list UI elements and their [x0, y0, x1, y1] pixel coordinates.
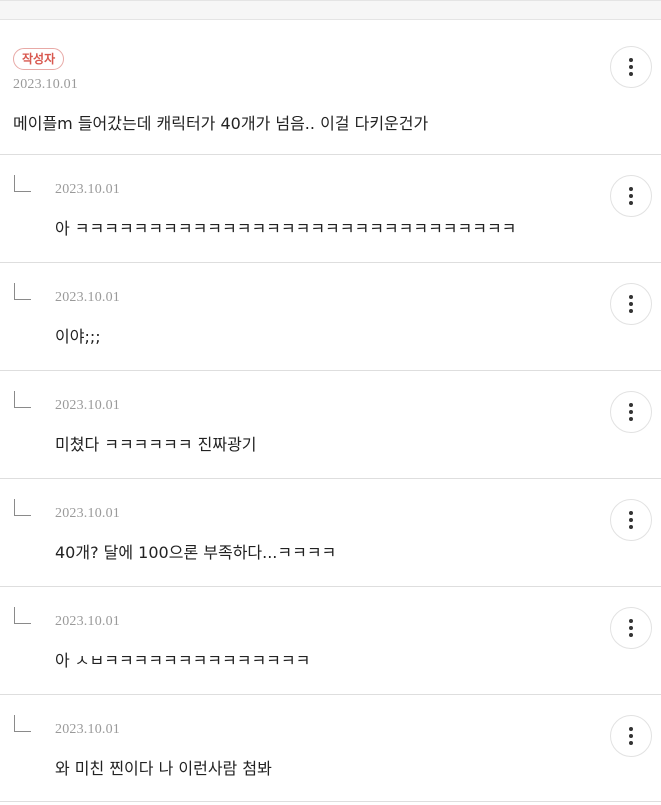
more-vertical-icon: [629, 511, 633, 515]
more-vertical-icon-dot: [629, 410, 633, 414]
author-badge: 작성자: [13, 48, 65, 70]
more-options-button[interactable]: [610, 46, 652, 88]
reply-date: 2023.10.01: [55, 290, 120, 305]
more-vertical-icon: [629, 295, 633, 299]
more-vertical-icon-dot: [629, 194, 633, 198]
more-vertical-icon-dot: [629, 626, 633, 630]
more-vertical-icon-dot: [629, 65, 633, 69]
comment-date: 2023.10.01: [13, 77, 78, 92]
reply-date: 2023.10.01: [55, 182, 120, 197]
more-vertical-icon: [629, 619, 633, 623]
top-divider: [0, 0, 661, 20]
more-vertical-icon-dot: [629, 72, 633, 76]
reply-arrow-icon: [14, 391, 31, 408]
reply-text: 아 ㅅㅂㅋㅋㅋㅋㅋㅋㅋㅋㅋㅋㅋㅋㅋㅋ: [55, 651, 311, 670]
reply-text: 40개? 달에 100으론 부족하다...ㅋㅋㅋㅋ: [55, 543, 337, 562]
reply-date: 2023.10.01: [55, 506, 120, 521]
more-options-button[interactable]: [610, 391, 652, 433]
reply-text: 아 ㅋㅋㅋㅋㅋㅋㅋㅋㅋㅋㅋㅋㅋㅋㅋㅋㅋㅋㅋㅋㅋㅋㅋㅋㅋㅋㅋㅋㅋㅋ: [55, 219, 517, 238]
more-vertical-icon-dot: [629, 518, 633, 522]
reply-item: 2023.10.01 아 ㅋㅋㅋㅋㅋㅋㅋㅋㅋㅋㅋㅋㅋㅋㅋㅋㅋㅋㅋㅋㅋㅋㅋㅋㅋㅋㅋ…: [0, 155, 661, 263]
reply-arrow-icon: [14, 715, 31, 732]
more-vertical-icon-dot: [629, 525, 633, 529]
comment-text: 메이플m 들어갔는데 캐릭터가 40개가 넘음.. 이걸 다키운건가: [13, 114, 429, 133]
more-vertical-icon: [629, 58, 633, 62]
reply-date: 2023.10.01: [55, 398, 120, 413]
reply-date: 2023.10.01: [55, 722, 120, 737]
reply-arrow-icon: [14, 499, 31, 516]
reply-arrow-icon: [14, 283, 31, 300]
comment-item: 작성자 2023.10.01 메이플m 들어갔는데 캐릭터가 40개가 넘음..…: [0, 20, 661, 155]
reply-item: 2023.10.01 미쳤다 ㅋㅋㅋㅋㅋㅋ 진짜광기: [0, 371, 661, 479]
reply-item: 2023.10.01 40개? 달에 100으론 부족하다...ㅋㅋㅋㅋ: [0, 479, 661, 587]
reply-arrow-icon: [14, 175, 31, 192]
more-options-button[interactable]: [610, 607, 652, 649]
more-vertical-icon-dot: [629, 741, 633, 745]
more-vertical-icon: [629, 727, 633, 731]
more-vertical-icon-dot: [629, 734, 633, 738]
reply-item: 2023.10.01 와 미친 찐이다 나 이런사람 첨봐: [0, 695, 661, 802]
reply-text: 이야;;;: [55, 327, 101, 346]
more-vertical-icon-dot: [629, 417, 633, 421]
reply-text: 미쳤다 ㅋㅋㅋㅋㅋㅋ 진짜광기: [55, 435, 257, 454]
reply-date: 2023.10.01: [55, 614, 120, 629]
more-vertical-icon: [629, 403, 633, 407]
more-options-button[interactable]: [610, 283, 652, 325]
reply-text: 와 미친 찐이다 나 이런사람 첨봐: [55, 759, 272, 778]
more-vertical-icon: [629, 187, 633, 191]
more-vertical-icon-dot: [629, 201, 633, 205]
more-vertical-icon-dot: [629, 633, 633, 637]
reply-arrow-icon: [14, 607, 31, 624]
reply-item: 2023.10.01 아 ㅅㅂㅋㅋㅋㅋㅋㅋㅋㅋㅋㅋㅋㅋㅋㅋ: [0, 587, 661, 695]
more-vertical-icon-dot: [629, 309, 633, 313]
more-options-button[interactable]: [610, 715, 652, 757]
more-vertical-icon-dot: [629, 302, 633, 306]
more-options-button[interactable]: [610, 175, 652, 217]
more-options-button[interactable]: [610, 499, 652, 541]
comment-thread: 작성자 2023.10.01 메이플m 들어갔는데 캐릭터가 40개가 넘음..…: [0, 0, 661, 805]
reply-item: 2023.10.01 이야;;;: [0, 263, 661, 371]
